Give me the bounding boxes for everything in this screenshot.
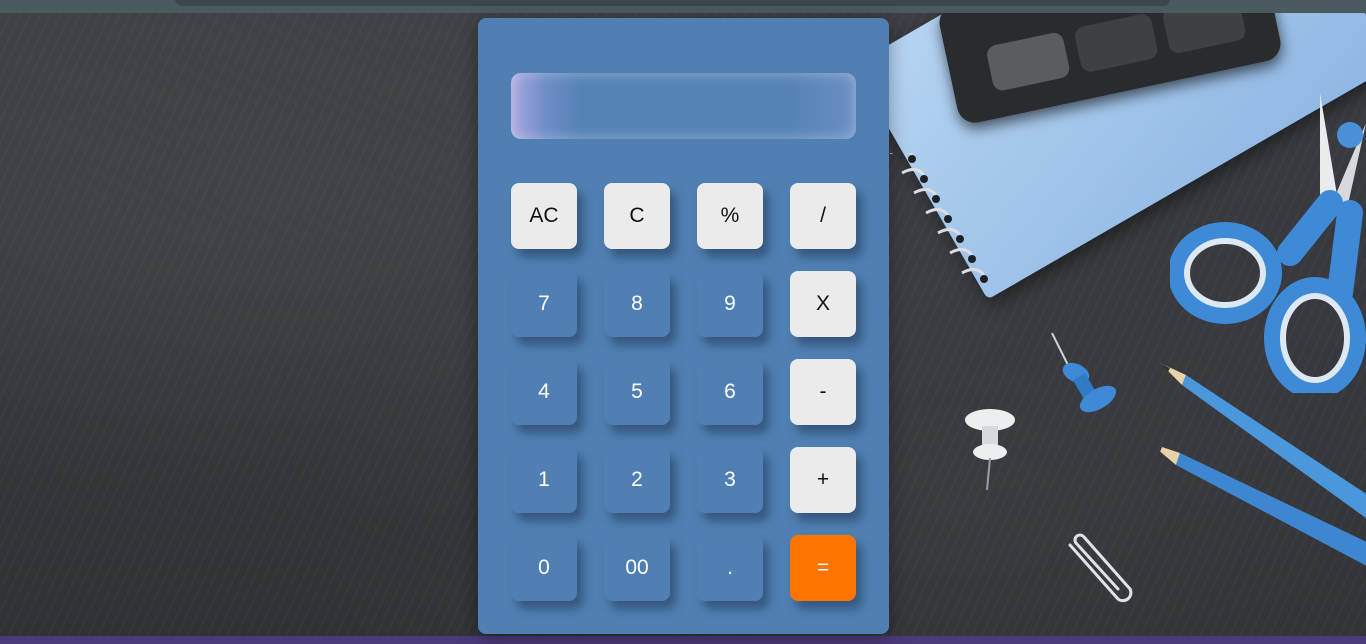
calculator-panel: AC C % / 7 8 9 X 4 5 6 - 1 2 3 + 0 00 . … xyxy=(478,18,889,634)
blue-pushpin-decoration xyxy=(1051,333,1117,413)
spiral-binding-decoration xyxy=(890,153,988,283)
clear-button[interactable]: C xyxy=(604,183,670,249)
digit-7-button[interactable]: 7 xyxy=(511,271,577,337)
multiply-button[interactable]: X xyxy=(790,271,856,337)
divide-button[interactable]: / xyxy=(790,183,856,249)
digit-8-button[interactable]: 8 xyxy=(604,271,670,337)
subtract-button[interactable]: - xyxy=(790,359,856,425)
paperclip-decoration xyxy=(1068,533,1133,603)
white-pushpin-decoration xyxy=(965,409,1015,491)
address-bar[interactable] xyxy=(175,0,1170,6)
digit-0-button[interactable]: 0 xyxy=(511,535,577,601)
browser-toolbar xyxy=(0,0,1366,13)
digit-3-button[interactable]: 3 xyxy=(697,447,763,513)
digit-9-button[interactable]: 9 xyxy=(697,271,763,337)
scissors-decoration xyxy=(1170,93,1366,393)
double-zero-button[interactable]: 00 xyxy=(604,535,670,601)
equals-button[interactable]: = xyxy=(790,535,856,601)
all-clear-button[interactable]: AC xyxy=(511,183,577,249)
digit-1-button[interactable]: 1 xyxy=(511,447,577,513)
digit-4-button[interactable]: 4 xyxy=(511,359,577,425)
decimal-point-button[interactable]: . xyxy=(697,535,763,601)
add-button[interactable]: + xyxy=(790,447,856,513)
percent-button[interactable]: % xyxy=(697,183,763,249)
digit-5-button[interactable]: 5 xyxy=(604,359,670,425)
taskbar-strip xyxy=(0,636,1366,644)
pencils-decoration xyxy=(1160,363,1366,566)
calculator-display[interactable] xyxy=(511,73,856,139)
digit-6-button[interactable]: 6 xyxy=(697,359,763,425)
digit-2-button[interactable]: 2 xyxy=(604,447,670,513)
